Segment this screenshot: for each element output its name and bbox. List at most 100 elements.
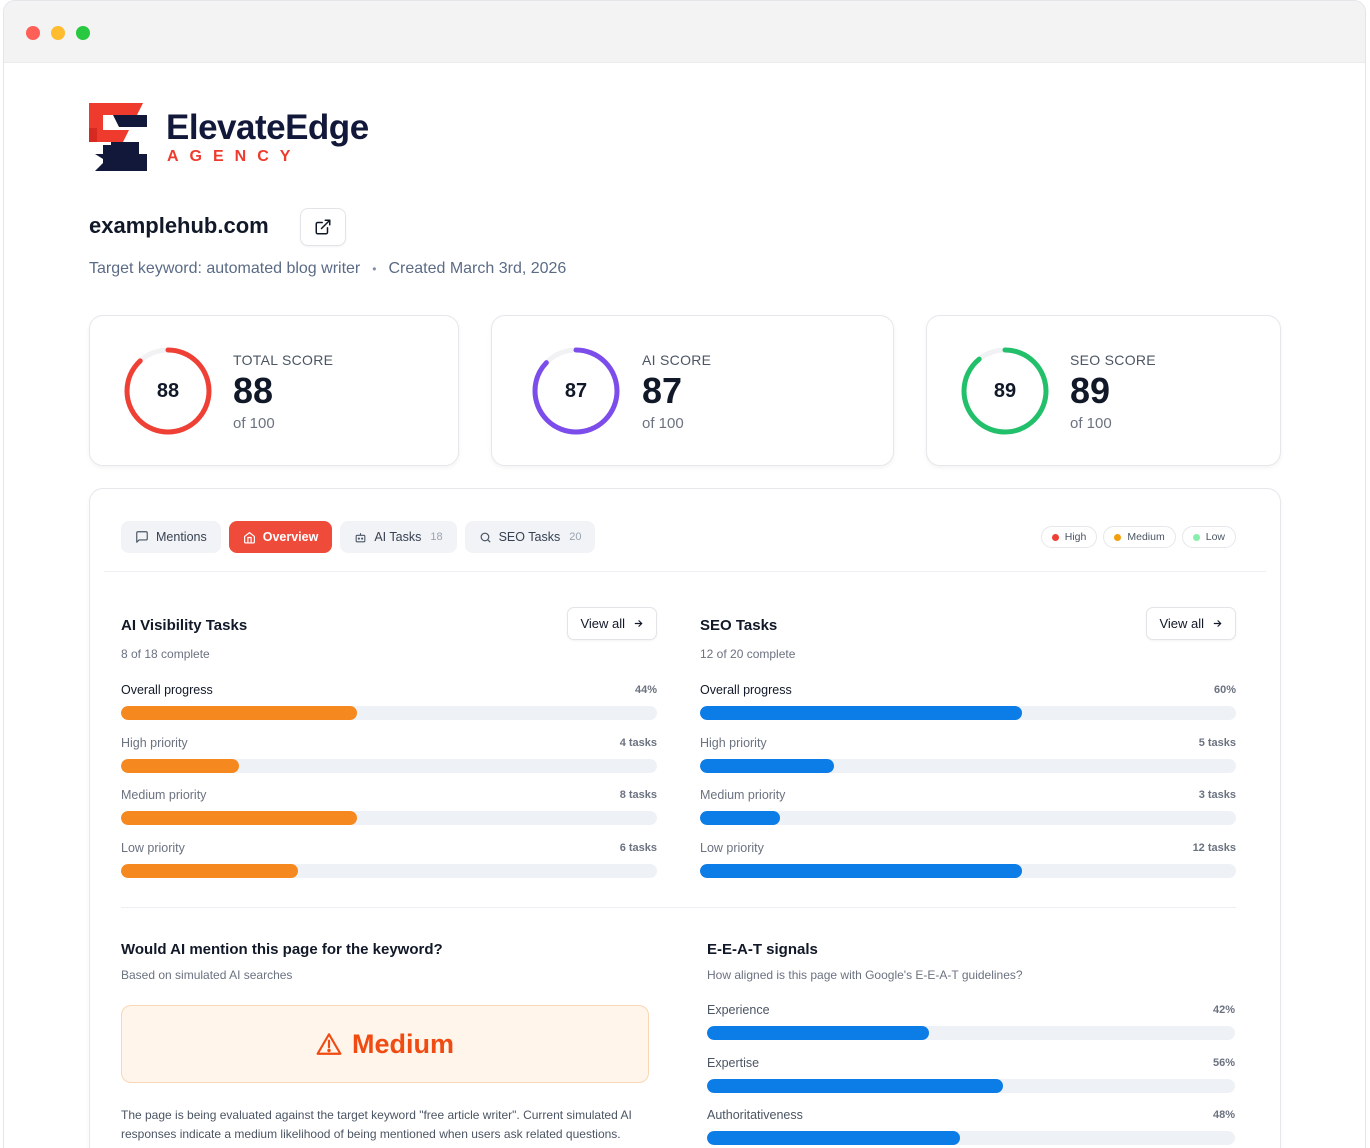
home-icon (243, 531, 255, 544)
meta-separator: • (372, 262, 377, 276)
ai-tasks-view-all-button[interactable]: View all (567, 607, 657, 640)
tab-ai-tasks[interactable]: AI Tasks 18 (340, 521, 457, 553)
total-score-card: 88 TOTAL SCORE 88 of 100 (89, 315, 459, 466)
tab-ai-tasks-label: AI Tasks (374, 530, 422, 544)
priority-legend: High Medium Low (1040, 526, 1236, 548)
seo-tasks-view-all-label: View all (1159, 616, 1204, 631)
arrow-right-icon (634, 620, 643, 627)
eeat-fill (707, 1079, 1003, 1093)
total-score-ring-value: 88 (156, 379, 180, 402)
legend-high-label: High (1064, 531, 1087, 543)
progress-fill (700, 706, 1022, 720)
brand-logo-icon (89, 103, 147, 171)
progress-fill (700, 864, 1022, 878)
warning-icon (316, 1033, 342, 1055)
ai-mention-description: The page is being evaluated against the … (121, 1108, 632, 1141)
ai-score-value: 87 (642, 370, 683, 411)
ai-mention-verdict: Medium (121, 1005, 649, 1083)
progress-track (121, 811, 657, 825)
seo-tasks-title: SEO Tasks (700, 617, 778, 634)
progress-value: 3 tasks (1198, 789, 1236, 801)
eeat-track (707, 1026, 1235, 1040)
tab-bar: Mentions Overview AI Tasks 18 SEO Tasks … (121, 521, 596, 553)
progress-label: High priority (121, 736, 188, 750)
brand-logo: ElevateEdge AGENCY (89, 103, 389, 173)
ai-score-label: AI SCORE (642, 352, 712, 368)
progress-value: 44% (634, 684, 657, 696)
progress-label: Medium priority (121, 788, 207, 802)
eeat-track (707, 1131, 1235, 1145)
arrow-right-icon (1213, 620, 1222, 627)
maximize-window-button[interactable] (76, 26, 90, 40)
ai-tasks-title: AI Visibility Tasks (121, 617, 248, 634)
close-window-button[interactable] (26, 26, 40, 40)
eeat-label: Expertise (707, 1056, 760, 1070)
browser-window: ElevateEdge AGENCY examplehub.com Target… (3, 0, 1366, 1148)
tab-seo-tasks[interactable]: SEO Tasks 20 (464, 521, 596, 553)
progress-label: Low priority (121, 841, 185, 855)
tab-seo-tasks-count: 20 (569, 531, 582, 543)
ai-tasks-view-all-label: View all (580, 616, 625, 631)
open-external-button[interactable] (300, 208, 346, 246)
progress-label: Low priority (700, 841, 764, 855)
tab-overview[interactable]: Overview (228, 521, 333, 553)
progress-label: Medium priority (700, 788, 786, 802)
brand-name: ElevateEdge (166, 108, 369, 147)
tab-mentions[interactable]: Mentions (121, 521, 221, 553)
tab-seo-tasks-label: SEO Tasks (498, 530, 561, 544)
robot-icon (355, 532, 366, 542)
total-score-label: TOTAL SCORE (233, 352, 334, 368)
eeat-track (707, 1079, 1235, 1093)
legend-medium: Medium (1103, 526, 1176, 548)
progress-track (121, 864, 657, 878)
minimize-window-button[interactable] (51, 26, 65, 40)
progress-value: 8 tasks (619, 789, 657, 801)
progress-track (700, 759, 1236, 773)
progress-fill (121, 759, 239, 773)
title-bar (4, 1, 1365, 63)
legend-high-dot (1051, 533, 1059, 541)
progress-fill (700, 811, 781, 825)
progress-value: 5 tasks (1198, 737, 1236, 749)
progress-fill (121, 706, 357, 720)
progress-label: Overall progress (121, 683, 213, 697)
seo-score-label: SEO SCORE (1070, 352, 1156, 368)
eeat-fill (707, 1131, 961, 1145)
page-content: ElevateEdge AGENCY examplehub.com Target… (4, 63, 1365, 1148)
tab-divider (104, 571, 1266, 572)
ai-score-ring-value: 87 (564, 379, 588, 402)
ai-tasks-subtitle: 8 of 18 complete (121, 647, 210, 661)
progress-track (121, 706, 657, 720)
tab-overview-label: Overview (262, 530, 319, 544)
progress-track (700, 706, 1236, 720)
eeat-label: Experience (707, 1003, 770, 1017)
eeat-value: 56% (1212, 1057, 1235, 1069)
seo-score-of: of 100 (1070, 415, 1112, 432)
overview-panel: Mentions Overview AI Tasks 18 SEO Tasks … (89, 488, 1281, 1148)
tab-ai-tasks-count: 18 (430, 531, 443, 543)
seo-tasks-subtitle: 12 of 20 complete (700, 647, 796, 661)
seo-score-value: 89 (1070, 370, 1111, 411)
search-icon (480, 532, 491, 542)
eeat-value: 42% (1212, 1004, 1235, 1016)
progress-fill (700, 759, 834, 773)
progress-label: Overall progress (700, 683, 792, 697)
seo-tasks-view-all-button[interactable]: View all (1146, 607, 1236, 640)
legend-medium-dot (1114, 533, 1122, 541)
progress-fill (121, 811, 357, 825)
legend-medium-label: Medium (1127, 531, 1165, 543)
seo-score-ring-value: 89 (993, 379, 1017, 402)
ai-mention-subtitle: Based on simulated AI searches (121, 968, 293, 982)
message-icon (136, 531, 148, 543)
tab-mentions-label: Mentions (156, 530, 207, 544)
legend-low: Low (1181, 526, 1236, 548)
progress-value: 4 tasks (619, 737, 657, 749)
seo-score-card: 89 SEO SCORE 89 of 100 (926, 315, 1281, 466)
eeat-fill (707, 1026, 929, 1040)
progress-track (700, 811, 1236, 825)
progress-value: 6 tasks (619, 842, 657, 854)
eeat-label: Authoritativeness (707, 1108, 803, 1122)
external-link-icon (315, 219, 331, 235)
progress-track (700, 864, 1236, 878)
eeat-value: 48% (1212, 1109, 1235, 1121)
